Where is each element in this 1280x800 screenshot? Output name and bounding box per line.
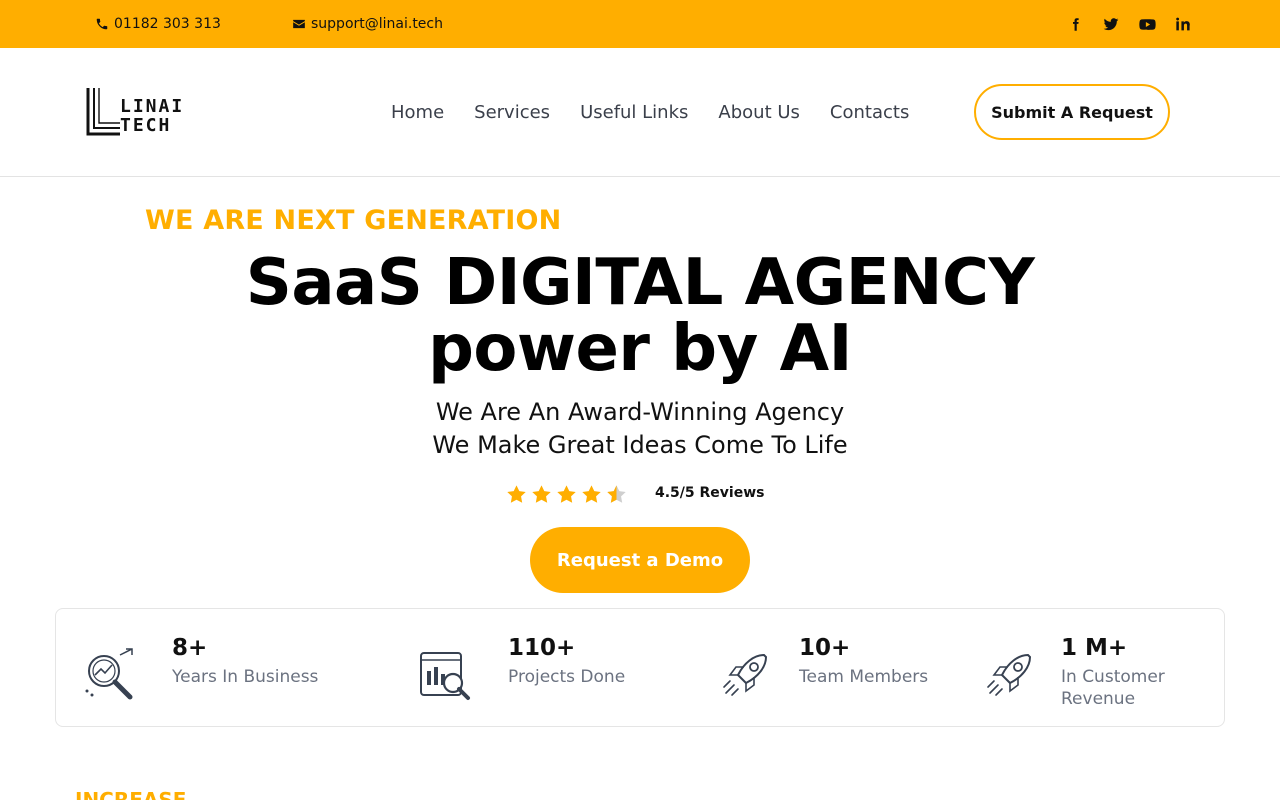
stat-label: Team Members [799, 667, 929, 687]
nav-useful-links[interactable]: Useful Links [565, 102, 703, 123]
star-icon [507, 485, 526, 503]
nav-contacts[interactable]: Contacts [815, 102, 924, 123]
stat-value: 110+ [508, 635, 576, 661]
headline-line-2: power by AI [428, 312, 852, 386]
nav-services[interactable]: Services [459, 102, 565, 123]
stat-label: In Customer Revenue [1061, 667, 1165, 709]
nav-home[interactable]: Home [376, 102, 459, 123]
headline-line-1: SaaS DIGITAL AGENCY [245, 246, 1035, 320]
stat-label: Years In Business [172, 667, 319, 687]
star-icon [532, 485, 551, 503]
reviews-text: 4.5/5 Reviews [655, 485, 765, 501]
stat-value: 8+ [172, 635, 208, 661]
stat-projects: 110+ Projects Done [386, 609, 716, 728]
site-header: LINAI TECH Home Services Useful Links Ab… [0, 48, 1280, 177]
twitter-icon[interactable] [1102, 15, 1120, 33]
hero-eyebrow: WE ARE NEXT GENERATION [145, 205, 562, 236]
top-bar: 01182 303 313 support@linai.tech [0, 0, 1280, 48]
rating-stars [506, 484, 627, 505]
phone-icon [96, 18, 108, 30]
request-demo-button[interactable]: Request a Demo [530, 527, 750, 593]
envelope-icon [293, 19, 305, 29]
hero-subtitle-2: We Make Great Ideas Come To Life [432, 431, 848, 459]
star-icon [582, 485, 601, 503]
social-links [1066, 0, 1192, 48]
stat-value: 10+ [799, 635, 851, 661]
logo-text-tech: TECH [120, 115, 172, 136]
submit-request-button[interactable]: Submit A Request [974, 84, 1170, 140]
nav-about-us[interactable]: About Us [703, 102, 815, 123]
phone-text: 01182 303 313 [114, 16, 221, 32]
stat-label: Projects Done [508, 667, 626, 687]
stat-team: 10+ Team Members [716, 609, 986, 728]
stat-years: 8+ Years In Business [56, 609, 386, 728]
email-contact[interactable]: support@linai.tech [292, 0, 443, 48]
logo-mark [86, 88, 120, 136]
dashboard-search-icon [420, 652, 470, 700]
hero-subtitle-1: We Are An Award-Winning Agency [435, 398, 845, 426]
next-section-eyebrow: INCREASE [75, 788, 187, 800]
phone-contact[interactable]: 01182 303 313 [95, 0, 221, 48]
rocket-icon [723, 653, 768, 696]
stat-revenue: 1 M+ In Customer Revenue [986, 609, 1226, 728]
main-nav: Home Services Useful Links About Us Cont… [376, 48, 924, 176]
email-text: support@linai.tech [311, 16, 443, 32]
star-icon [557, 485, 576, 503]
stat-value: 1 M+ [1061, 635, 1128, 661]
facebook-icon[interactable] [1066, 15, 1084, 33]
logo-text-linai: LINAI [120, 96, 185, 117]
youtube-icon[interactable] [1138, 15, 1156, 33]
half-star-icon [607, 485, 626, 503]
hero-headline: SaaS DIGITAL AGENCY power by AI [0, 250, 1280, 382]
linai-tech-logo[interactable]: LINAI TECH [86, 88, 182, 136]
linkedin-icon[interactable] [1174, 15, 1192, 33]
stats-panel: 8+ Years In Business 110+ Projects Done … [55, 608, 1225, 727]
analytics-search-icon [85, 648, 133, 700]
rocket-icon [987, 653, 1032, 696]
